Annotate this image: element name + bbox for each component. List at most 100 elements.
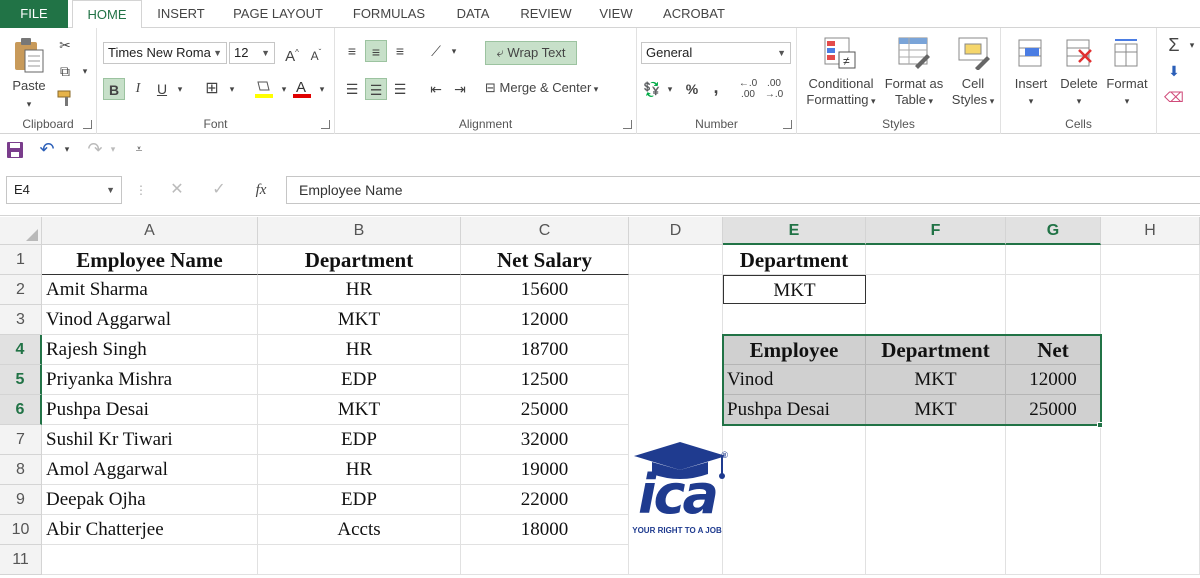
- tab-data[interactable]: DATA: [446, 0, 500, 28]
- table-cell[interactable]: MKT: [258, 305, 461, 335]
- confirm-entry-icon[interactable]: ✓: [208, 179, 230, 201]
- row-header-5[interactable]: 5: [0, 365, 42, 395]
- column-header-g[interactable]: G: [1006, 217, 1101, 245]
- column-header-a[interactable]: A: [42, 217, 258, 245]
- row-header-8[interactable]: 8: [0, 455, 42, 485]
- table-cell[interactable]: 25000: [461, 395, 629, 425]
- table-cell[interactable]: Abir Chatterjee: [42, 515, 258, 545]
- tab-acrobat[interactable]: ACROBAT: [652, 0, 736, 28]
- format-as-table-button[interactable]: Format as Table ▾: [881, 76, 947, 109]
- customize-qat-icon[interactable]: ⩡: [128, 138, 150, 160]
- middle-align-icon[interactable]: ≡: [365, 40, 387, 62]
- tab-insert[interactable]: INSERT: [150, 0, 212, 28]
- table-cell[interactable]: [42, 545, 258, 575]
- save-icon[interactable]: [6, 141, 24, 159]
- tab-page-layout[interactable]: PAGE LAYOUT: [222, 0, 334, 28]
- table-cell[interactable]: Accts: [258, 515, 461, 545]
- table-cell[interactable]: Vinod Aggarwal: [42, 305, 258, 335]
- align-right-icon[interactable]: ☰: [389, 78, 411, 100]
- increase-font-size-icon[interactable]: A^: [281, 42, 303, 65]
- copy-icon[interactable]: ⧉: [54, 60, 76, 82]
- result-header-net[interactable]: Net: [1006, 335, 1101, 365]
- table-cell[interactable]: Deepak Ojha: [42, 485, 258, 515]
- result-header-employee[interactable]: Employee: [723, 335, 866, 365]
- result-cell[interactable]: 12000: [1006, 365, 1101, 395]
- fill-handle[interactable]: [1097, 422, 1103, 428]
- underline-dropdown-icon[interactable]: ▾: [169, 78, 191, 100]
- font-color-icon[interactable]: A: [291, 78, 313, 100]
- result-cell[interactable]: Vinod: [723, 365, 866, 395]
- font-color-dropdown-icon[interactable]: ▾: [311, 78, 333, 100]
- cell-styles-button[interactable]: Cell Styles ▾: [947, 76, 999, 109]
- cell-g1[interactable]: [1006, 245, 1101, 275]
- result-cell[interactable]: MKT: [866, 365, 1006, 395]
- table-cell[interactable]: [258, 545, 461, 575]
- undo-icon[interactable]: ↶: [36, 138, 58, 160]
- alignment-launcher-icon[interactable]: [623, 120, 632, 129]
- cut-icon[interactable]: ✂: [54, 34, 76, 56]
- copy-dropdown-icon[interactable]: ▾: [74, 60, 96, 82]
- font-launcher-icon[interactable]: [321, 120, 330, 129]
- comma-style-button[interactable]: ,: [705, 76, 727, 98]
- table-header-net-salary[interactable]: Net Salary: [461, 245, 629, 275]
- empty-cells-g[interactable]: [1006, 275, 1101, 335]
- empty-cells-f[interactable]: [866, 275, 1006, 335]
- decrease-indent-icon[interactable]: ⇤: [425, 78, 447, 100]
- table-cell[interactable]: EDP: [258, 365, 461, 395]
- table-cell[interactable]: Amol Aggarwal: [42, 455, 258, 485]
- name-box-dropdown-icon[interactable]: ▼: [106, 177, 115, 203]
- delete-cells-icon[interactable]: [1063, 36, 1095, 70]
- table-header-department[interactable]: Department: [258, 245, 461, 275]
- result-cell[interactable]: MKT: [866, 395, 1006, 425]
- align-center-icon[interactable]: ☰: [365, 78, 387, 100]
- table-cell[interactable]: HR: [258, 455, 461, 485]
- cell-d1[interactable]: [629, 245, 723, 275]
- table-cell[interactable]: EDP: [258, 485, 461, 515]
- table-cell[interactable]: HR: [258, 335, 461, 365]
- result-cell[interactable]: Pushpa Desai: [723, 395, 866, 425]
- empty-cells-f-lower[interactable]: [866, 425, 1006, 575]
- table-cell[interactable]: HR: [258, 275, 461, 305]
- tab-review[interactable]: REVIEW: [512, 0, 580, 28]
- bold-button[interactable]: B: [103, 78, 125, 100]
- paste-dropdown-icon[interactable]: ▾: [10, 96, 48, 112]
- format-button[interactable]: Format ▾: [1101, 76, 1153, 109]
- table-cell[interactable]: 15600: [461, 275, 629, 305]
- tab-formulas[interactable]: FORMULAS: [344, 0, 434, 28]
- row-header-4[interactable]: 4: [0, 335, 42, 365]
- cell-f1[interactable]: [866, 245, 1006, 275]
- table-cell[interactable]: Sushil Kr Tiwari: [42, 425, 258, 455]
- paste-button[interactable]: Paste: [10, 78, 48, 94]
- row-header-10[interactable]: 10: [0, 515, 42, 545]
- decrease-font-size-icon[interactable]: Aˇ: [305, 42, 327, 64]
- table-cell[interactable]: 18000: [461, 515, 629, 545]
- align-left-icon[interactable]: ☰: [341, 78, 363, 100]
- formula-input[interactable]: Employee Name: [286, 176, 1200, 204]
- name-box[interactable]: E4 ▼: [6, 176, 122, 204]
- borders-dropdown-icon[interactable]: ▾: [221, 78, 243, 100]
- redo-dropdown-icon[interactable]: ▾: [102, 138, 124, 160]
- row-header-1[interactable]: 1: [0, 245, 42, 275]
- column-header-b[interactable]: B: [258, 217, 461, 245]
- conditional-formatting-button[interactable]: Conditional Formatting ▾: [799, 76, 883, 109]
- table-cell[interactable]: EDP: [258, 425, 461, 455]
- delete-button[interactable]: Delete ▾: [1055, 76, 1103, 109]
- table-cell[interactable]: 19000: [461, 455, 629, 485]
- table-cell[interactable]: Rajesh Singh: [42, 335, 258, 365]
- cell-styles-icon[interactable]: [957, 36, 991, 70]
- number-launcher-icon[interactable]: [783, 120, 792, 129]
- table-cell[interactable]: 12500: [461, 365, 629, 395]
- table-header-employee-name[interactable]: Employee Name: [42, 245, 258, 275]
- format-as-table-icon[interactable]: [897, 36, 931, 70]
- tab-file[interactable]: FILE: [0, 0, 68, 28]
- clipboard-launcher-icon[interactable]: [83, 120, 92, 129]
- number-format-combo[interactable]: General ▼: [641, 42, 791, 64]
- result-header-department[interactable]: Department: [866, 335, 1006, 365]
- empty-cells-h[interactable]: [1101, 275, 1200, 575]
- cell-h1[interactable]: [1101, 245, 1200, 275]
- borders-icon[interactable]: ⊞: [201, 78, 223, 100]
- cancel-entry-icon[interactable]: ✕: [166, 179, 188, 201]
- paste-icon[interactable]: [12, 36, 46, 76]
- font-size-combo[interactable]: 12 ▼: [229, 42, 275, 64]
- bottom-align-icon[interactable]: ≡: [389, 40, 411, 62]
